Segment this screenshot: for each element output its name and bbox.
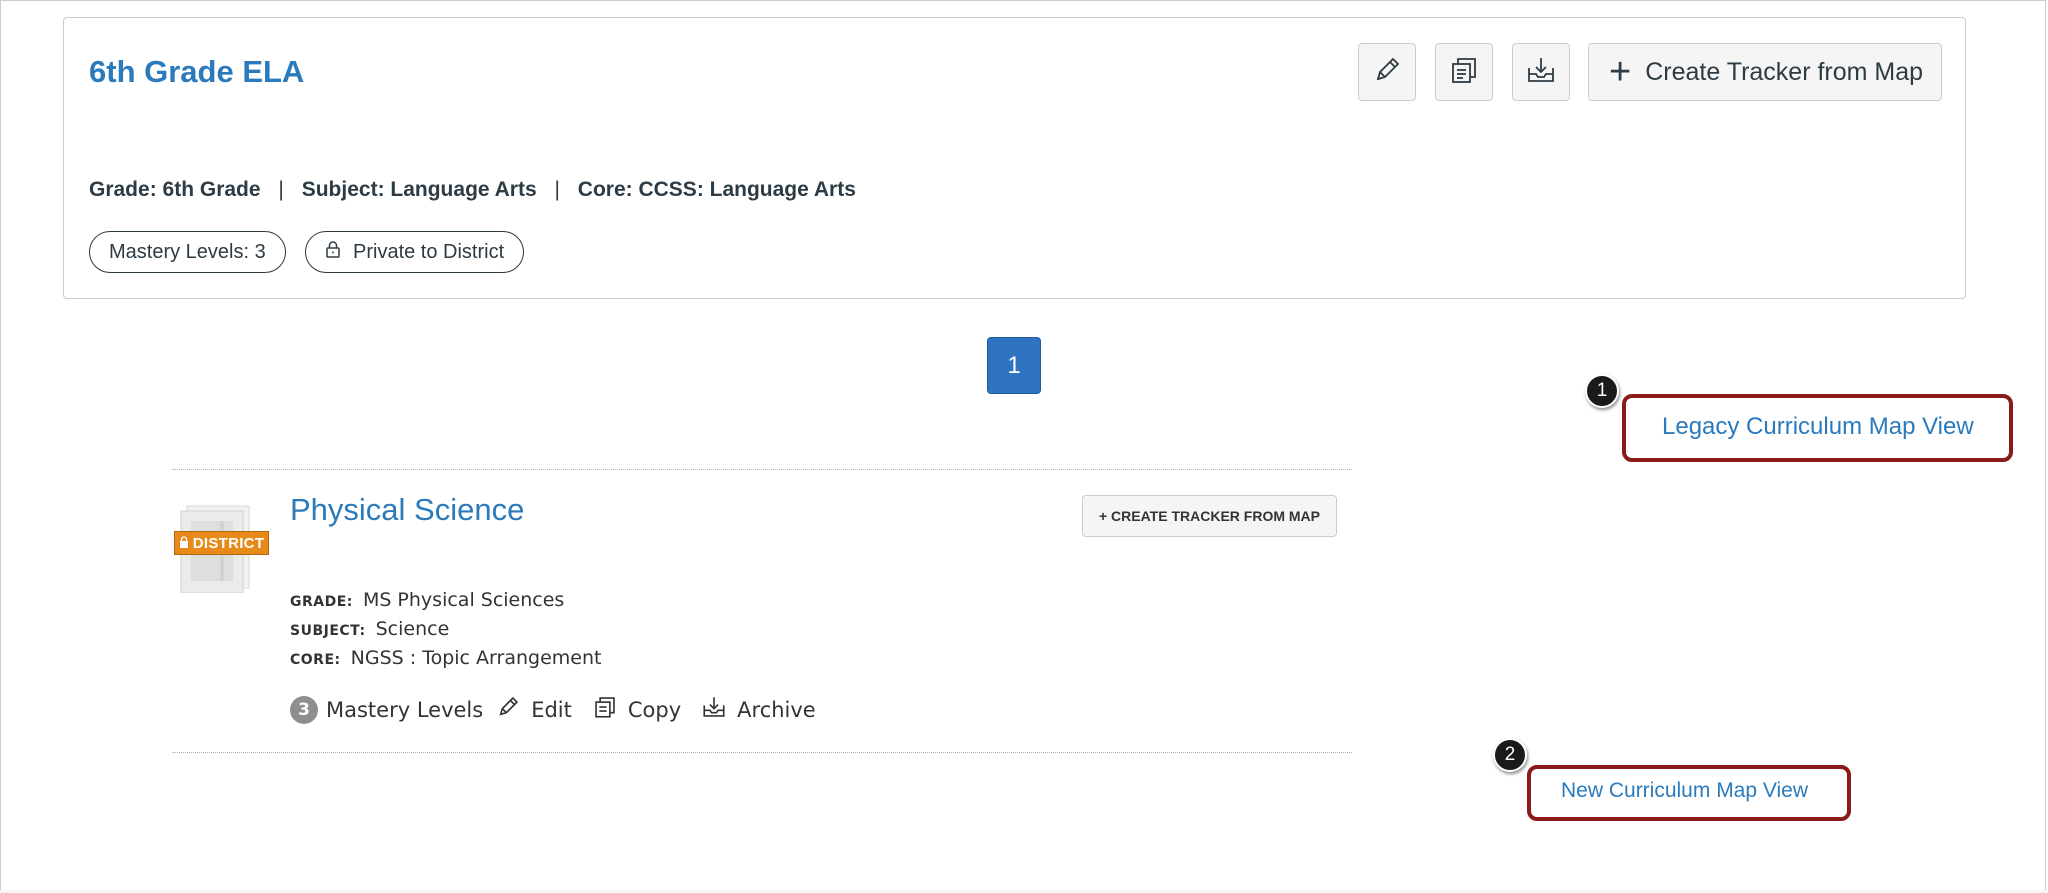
grade-label: GRADE: <box>290 594 353 610</box>
callout-badge-1: 1 <box>1585 374 1619 408</box>
archive-icon <box>701 694 737 725</box>
pencil-icon <box>495 694 531 725</box>
lock-icon <box>179 535 189 552</box>
subject-value: Science <box>375 618 450 640</box>
district-badge: DISTRICT <box>174 531 269 555</box>
map-title-link[interactable]: 6th Grade ELA <box>89 54 304 90</box>
create-tracker-from-map-button[interactable]: + CREATE TRACKER FROM MAP <box>1082 495 1337 537</box>
core-text: Core: CCSS: Language Arts <box>577 178 856 201</box>
divider-top <box>172 469 1352 470</box>
curriculum-map-card: 6th Grade ELA + Create Tracker from Map … <box>63 17 1966 299</box>
archive-icon <box>1525 54 1557 91</box>
legacy-view-link[interactable]: Legacy Curriculum Map View <box>1662 413 1974 441</box>
subject-text: Subject: Language Arts <box>301 178 537 201</box>
physical-science-link[interactable]: Physical Science <box>290 492 524 528</box>
meta-separator: | <box>554 178 560 201</box>
core-value: NGSS : Topic Arrangement <box>350 647 602 669</box>
map-metadata: Grade: 6th Grade | Subject: Language Art… <box>89 178 856 202</box>
subject-label: SUBJECT: <box>290 623 366 639</box>
create-tracker-label: Create Tracker from Map <box>1645 57 1924 86</box>
copy-icon <box>1448 54 1480 91</box>
mastery-levels-label: Mastery Levels <box>326 697 484 722</box>
callout-badge-2: 2 <box>1493 738 1527 772</box>
archive-button[interactable] <box>1512 43 1570 101</box>
copy-label: Copy <box>627 697 682 722</box>
core-label: CORE: <box>290 652 341 668</box>
grade-text: Grade: 6th Grade <box>89 178 261 201</box>
copy-action[interactable]: Copy <box>592 694 681 725</box>
plus-icon: + <box>1609 51 1632 93</box>
mastery-pill-label: Mastery Levels: 3 <box>109 240 266 263</box>
edit-action[interactable]: Edit <box>495 694 572 725</box>
create-tracker-button[interactable]: + Create Tracker from Map <box>1588 43 1942 101</box>
mastery-count-badge: 3 <box>290 695 318 724</box>
subject-detail: SUBJECT: Science <box>290 618 449 640</box>
copy-icon <box>592 694 628 725</box>
mastery-levels-pill: Mastery Levels: 3 <box>89 231 286 273</box>
grade-value: MS Physical Sciences <box>362 589 565 611</box>
meta-separator: | <box>278 178 284 201</box>
district-badge-label: DISTRICT <box>192 534 265 552</box>
pagination-page-1[interactable]: 1 <box>987 337 1041 394</box>
edit-button[interactable] <box>1358 43 1416 101</box>
copy-button[interactable] <box>1435 43 1493 101</box>
core-detail: CORE: NGSS : Topic Arrangement <box>290 647 601 669</box>
grade-detail: GRADE: MS Physical Sciences <box>290 589 564 611</box>
archive-label: Archive <box>737 697 816 722</box>
lock-icon <box>325 240 353 264</box>
pencil-icon <box>1371 54 1403 91</box>
map-actions: 3 Mastery Levels Edit Copy Archive <box>290 694 816 725</box>
new-view-link[interactable]: New Curriculum Map View <box>1561 779 1808 803</box>
privacy-pill: Private to District <box>305 231 525 273</box>
edit-label: Edit <box>531 697 572 722</box>
divider-bottom <box>172 752 1352 753</box>
privacy-pill-label: Private to District <box>353 240 505 263</box>
archive-action[interactable]: Archive <box>701 694 816 725</box>
